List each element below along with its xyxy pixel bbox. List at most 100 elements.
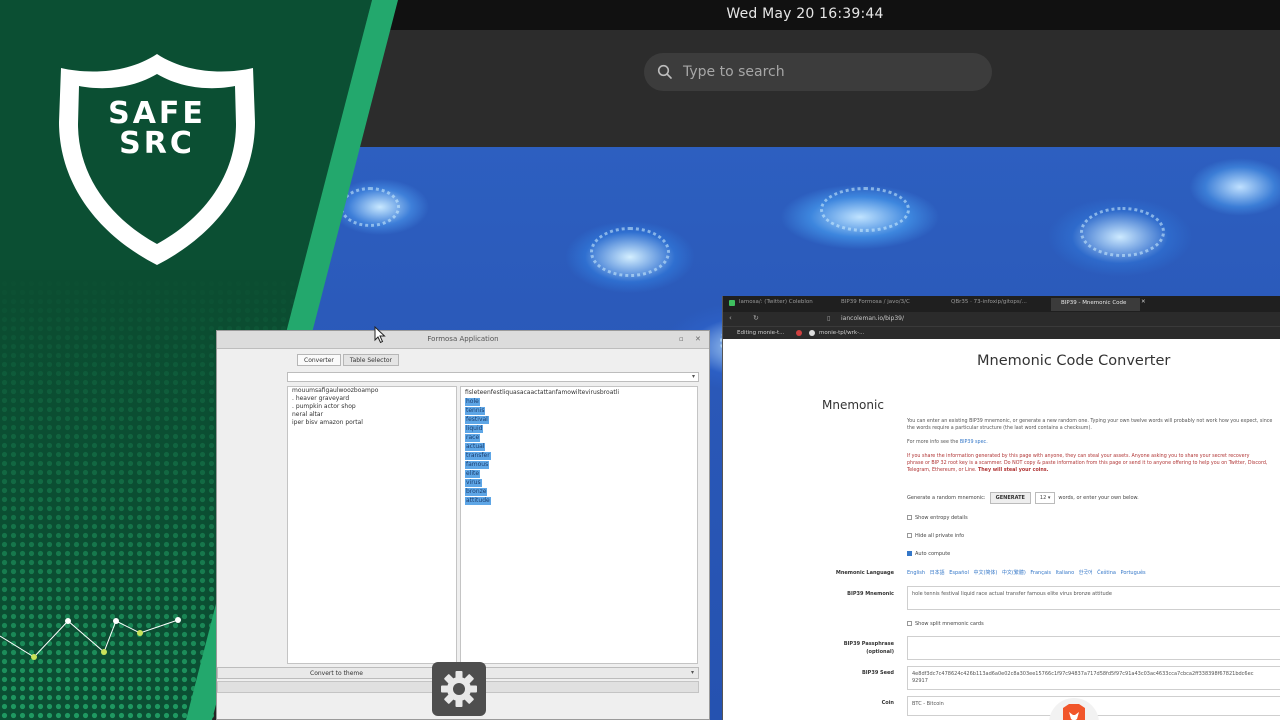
page-title: Mnemonic Code Converter [977, 353, 1171, 369]
input-line: . pumpkin actor shop [292, 403, 356, 410]
section-heading: Mnemonic [822, 398, 884, 412]
bookmark-item[interactable]: Editing monie-t... [737, 330, 784, 336]
label-passphrase-optional: (optional) [866, 649, 894, 655]
selected-word: liquid [465, 425, 484, 433]
search-icon [657, 64, 672, 79]
tab-favicon-icon [729, 300, 735, 306]
browser-tabs: lamosa/: (Twitter) Coleblon BIP39 Formos… [723, 296, 1280, 312]
checkbox-entropy[interactable]: Show entropy details [907, 515, 968, 521]
browser-tab-active[interactable]: BIP39 - Mnemonic Code [1051, 298, 1141, 311]
brave-lion-icon [1049, 698, 1099, 720]
checkbox-box-checked[interactable] [907, 551, 912, 556]
label-bip39-mnemonic: BIP39 Mnemonic [847, 591, 894, 597]
close-icon[interactable]: ✕ [695, 335, 701, 343]
word-count-select[interactable]: 12 ▾ [1034, 492, 1056, 504]
url-text: iancoleman.io/bip39/ [841, 315, 905, 322]
language-combo[interactable]: ▾ [287, 372, 699, 382]
checkbox-label: Show split mnemonic cards [915, 621, 984, 627]
wallpaper-swirl [590, 227, 670, 277]
github-icon [809, 330, 815, 336]
bookmark-icon[interactable]: ▯ [827, 315, 830, 322]
selected-word: bronze [465, 488, 488, 496]
selected-word: attitude [465, 497, 491, 505]
formosa-titlebar[interactable]: Formosa Application ▫ ✕ [217, 331, 709, 349]
mnemonic-textarea[interactable]: hole tennis festival liquid race actual … [907, 586, 1280, 610]
top-bar: Wed May 20 16:39:44 [330, 0, 1280, 30]
selected-word: actual [465, 443, 486, 451]
checkbox-split-cards[interactable]: Show split mnemonic cards [907, 621, 984, 627]
checkbox-hide-private[interactable]: Hide all private info [907, 533, 964, 539]
checkbox-box[interactable] [907, 515, 912, 520]
label-passphrase: BIP39 Passphrase [843, 641, 894, 647]
clock[interactable]: Wed May 20 16:39:44 [330, 6, 1280, 22]
selected-word: virus [465, 479, 482, 487]
address-bar[interactable]: ‹ ↻ ▯ iancoleman.io/bip39/ [723, 312, 1280, 326]
more-info-prefix: For more info see the [907, 440, 959, 445]
brave-lion-glyph [1063, 704, 1085, 720]
input-line: mouumsafigaulwoozboampo [292, 387, 379, 394]
bookmarks-bar: Editing monie-t... monie-tpl/wrk-... [723, 326, 1280, 339]
language-links[interactable]: English 日本語 Español 中文(简体) 中文(繁體) França… [907, 569, 1146, 576]
browser-window: lamosa/: (Twitter) Coleblon BIP39 Formos… [722, 296, 1280, 720]
checkbox-auto-compute[interactable]: Auto compute [907, 551, 950, 557]
input-line: iper bisv amazon portal [292, 419, 363, 426]
label-bip39-seed: BIP39 Seed [862, 670, 894, 676]
browser-tab[interactable]: lamosa/: (Twitter) Coleblon [739, 299, 813, 310]
checkbox-label: Hide all private info [915, 533, 965, 539]
selected-word: hole [465, 398, 480, 406]
generate-suffix: words, or enter your own below. [1058, 495, 1139, 501]
chevron-down-icon: ▾ [691, 373, 695, 380]
bookmark-favicon-icon [796, 330, 802, 336]
search-input[interactable]: Type to search [644, 53, 992, 91]
formosa-title: Formosa Application [427, 335, 499, 343]
warning-text: If you share the information generated b… [907, 454, 1250, 459]
tab-converter[interactable]: Converter [297, 354, 341, 366]
gear-icon [441, 671, 477, 707]
input-text-pane[interactable]: mouumsafigaulwoozboampo . heaver graveya… [287, 386, 457, 664]
bip39-spec-link[interactable]: BIP39 spec. [960, 440, 988, 445]
tab-table-selector[interactable]: Table Selector [342, 354, 399, 366]
generate-button[interactable]: GENERATE [989, 492, 1031, 504]
more-info: For more info see the BIP39 spec. [907, 439, 988, 446]
tab-close-icon[interactable]: ✕ [1141, 299, 1146, 310]
checkbox-box[interactable] [907, 621, 912, 626]
bookmark-item[interactable]: monie-tpl/wrk-... [819, 330, 864, 336]
seed-output[interactable]: 4e8df3dc7c478624c426b113ad6a0e02c8a303ee… [907, 666, 1280, 690]
seed-value-cont: 92917 [912, 678, 928, 684]
checkbox-label: Auto compute [915, 551, 951, 557]
warning-text: phrase or BIP 32 root key is a scammer. … [907, 461, 1268, 466]
selected-word: famous [465, 461, 490, 469]
browser-tab[interactable]: BIP39 Formosa / javo/3/C [841, 299, 910, 310]
logo-text-src: SRC [119, 126, 195, 161]
checkbox-label: Show entropy details [915, 515, 968, 521]
seed-value: 4e8df3dc7c478624c426b113ad6a0e02c8a303ee… [912, 671, 1254, 677]
settings-app-icon[interactable] [432, 662, 486, 716]
warning-text-part: Telegram, Ethereum, or Line. [907, 468, 977, 473]
reload-icon[interactable]: ↻ [753, 314, 759, 322]
label-mnemonic-language: Mnemonic Language [835, 570, 894, 576]
warning-text: Telegram, Ethereum, or Line. They will s… [907, 467, 1048, 474]
selected-word: transfer [465, 452, 491, 460]
input-line: . heaver graveyard [292, 395, 350, 402]
activities-overview: Type to search [330, 30, 1280, 148]
mouse-cursor-icon [374, 326, 386, 344]
wallpaper-swirl [1080, 207, 1165, 257]
chevron-down-icon: ▾ [690, 669, 694, 676]
generate-row: Generate a random mnemonic: GENERATE 12 … [907, 492, 1139, 504]
output-header: fisleteenfestliquasacaactattanfamowiltev… [465, 389, 620, 396]
input-line: neral altar [292, 411, 324, 418]
back-icon[interactable]: ‹ [729, 314, 732, 322]
generate-prefix: Generate a random mnemonic: [907, 495, 986, 501]
formosa-tabs: Converter Table Selector [297, 354, 401, 366]
search-placeholder: Type to search [683, 64, 785, 80]
warning-bold: They will steal your coins. [978, 468, 1049, 473]
passphrase-input[interactable] [907, 636, 1280, 660]
browser-tab[interactable]: QBr35 · 73-infoxip/gitops/... [951, 299, 1027, 310]
output-text-pane[interactable]: fisleteenfestliquasacaactattanfamowiltev… [460, 386, 698, 664]
minimize-icon[interactable]: ▫ [679, 335, 684, 343]
selected-word: festival [465, 416, 489, 424]
wallpaper-swirl [820, 187, 910, 232]
label-coin: Coin [881, 700, 894, 706]
desktop: Wed May 20 16:39:44 Type to search SAFE … [0, 0, 1280, 720]
checkbox-box[interactable] [907, 533, 912, 538]
